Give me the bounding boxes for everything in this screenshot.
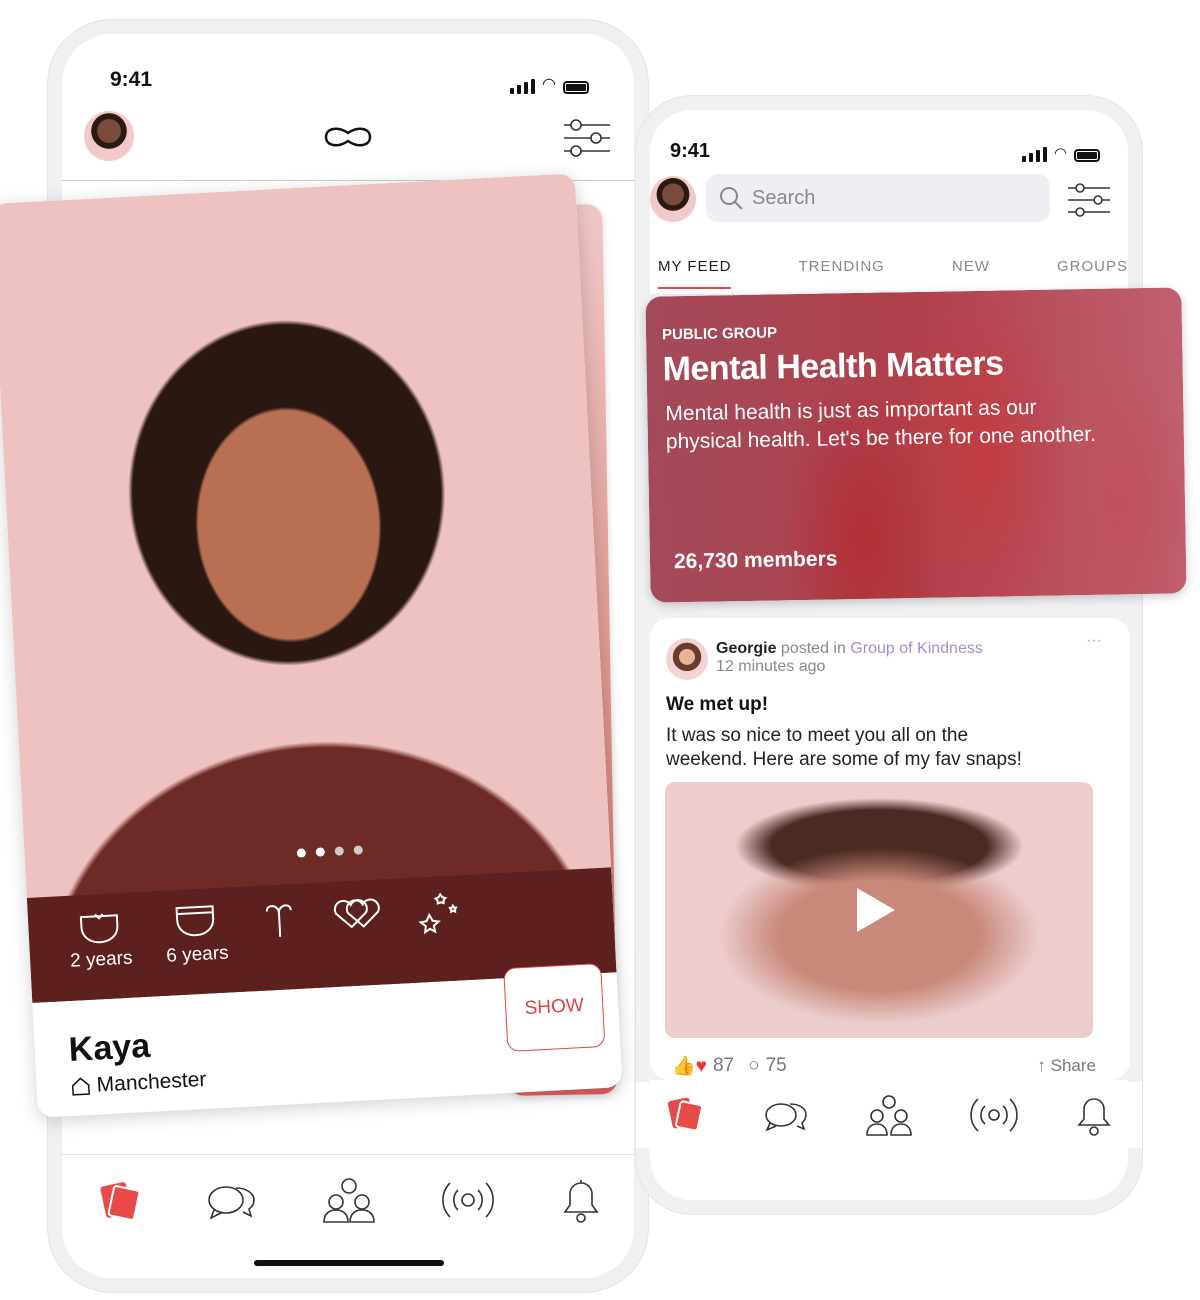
battery-icon [562,81,589,94]
live-icon[interactable] [440,1178,496,1222]
community-phone: 9:41 ◠ Search MY FEED TRENDING NEW GROUP… [636,96,1142,1214]
group-description: Mental health is just as important as ou… [665,395,1097,454]
filter-icon[interactable] [1066,180,1112,220]
diaper-icon [175,905,215,937]
avatar[interactable] [650,176,696,222]
battery-icon [1074,149,1101,162]
more-icon[interactable]: ··· [1086,632,1102,650]
play-icon[interactable] [857,888,895,932]
avatar[interactable] [84,111,134,161]
comment-icon[interactable]: ○ [748,1055,759,1077]
hearts-icon [333,898,380,929]
chat-icon[interactable] [206,1178,258,1222]
logo-icon [324,127,372,147]
bottom-nav [62,1154,634,1244]
post-body: It was so nice to meet you all on the we… [666,725,1022,770]
profile-name: Kaya [67,1026,152,1069]
wifi-icon: ◠ [542,76,556,93]
stars-icon [417,892,458,935]
tab-new[interactable]: NEW [952,258,990,289]
search-icon [720,187,743,210]
cards-icon[interactable] [93,1178,143,1222]
search-input[interactable]: Search [706,174,1050,222]
community-icon[interactable] [864,1093,914,1137]
filter-icon[interactable] [562,116,612,160]
bell-icon[interactable] [559,1176,603,1224]
author-name[interactable]: Georgie [716,640,776,657]
home-icon [71,1077,90,1096]
group-link[interactable]: Group of Kindness [850,640,983,657]
live-icon[interactable] [969,1095,1019,1135]
bell-icon[interactable] [1074,1093,1114,1137]
feed-tabs: MY FEED TRENDING NEW GROUPS [658,258,1128,289]
home-indicator [254,1260,444,1266]
show-button[interactable]: SHOW [503,963,606,1053]
profile-card[interactable]: 2 years 6 years Kaya Manchester SHOW [0,173,623,1118]
stat-kids: 2 years [68,907,135,1001]
post-meta: Georgie posted in Group of Kindness 12 mi… [716,640,983,675]
reactions-icon[interactable]: 👍♥ [672,1054,707,1078]
stat-kids-age: 6 years [164,902,231,996]
post-card: Georgie posted in Group of Kindness 12 mi… [650,618,1130,1080]
community-icon[interactable] [321,1176,377,1224]
group-type: PUBLIC GROUP [661,324,778,344]
post-title: We met up! [666,694,769,715]
tab-groups[interactable]: GROUPS [1057,258,1128,289]
share-button[interactable]: ↑ Share [1037,1056,1096,1076]
kids-diaper-bow-icon [80,913,119,944]
aries-icon [265,904,292,937]
bottom-nav [636,1082,1142,1148]
status-time: 9:41 [110,68,153,91]
status-time: 9:41 [670,140,711,162]
profile-location: Manchester [70,1068,207,1099]
author-avatar[interactable] [666,638,708,680]
group-title: Mental Health Matters [662,344,1004,389]
tab-trending[interactable]: TRENDING [798,258,884,289]
tab-my-feed[interactable]: MY FEED [658,258,732,289]
group-banner[interactable]: PUBLIC GROUP Mental Health Matters Menta… [645,287,1187,603]
chat-icon[interactable] [763,1095,809,1135]
wifi-icon: ◠ [1054,145,1068,162]
status-icons: ◠ [510,74,589,94]
post-actions: 👍♥ 87 ○ 75 [672,1054,787,1078]
post-video[interactable] [665,782,1093,1038]
status-icons: ◠ [1022,144,1101,162]
group-members: 26,730 members [673,547,838,574]
cards-icon[interactable] [664,1095,708,1135]
